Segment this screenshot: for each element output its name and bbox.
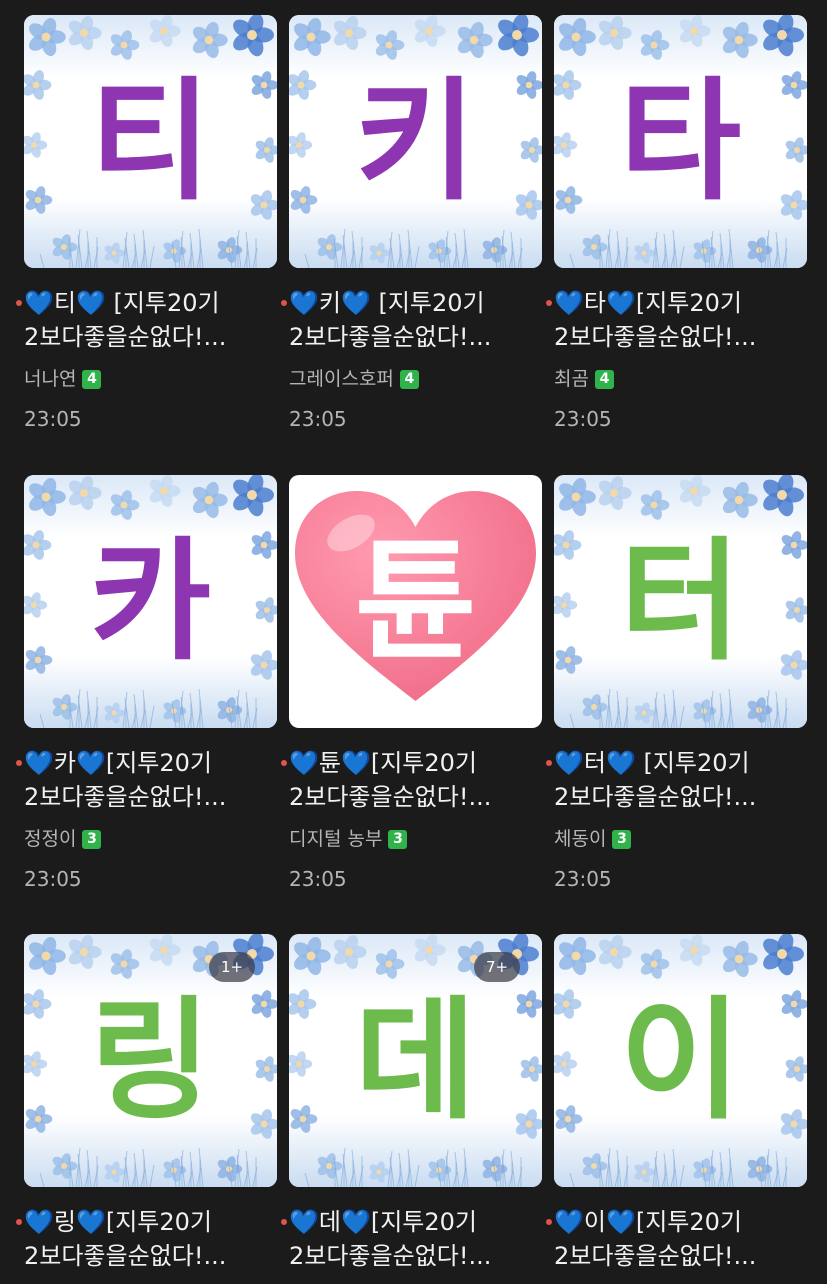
- post-title-line1: 💙키💙 [지투20기: [289, 289, 485, 317]
- thumbnail-glyph: 터: [619, 524, 742, 679]
- post-title-line1: 💙이💙[지투20기: [554, 1208, 742, 1236]
- post-title-line2: 2보다좋을순없다!...: [554, 1242, 757, 1270]
- author-name: 최곰: [554, 368, 589, 390]
- thumbnail-glyph: 티: [89, 64, 212, 219]
- post-thumbnail[interactable]: 튠: [289, 475, 542, 728]
- post-title-line2: 2보다좋을순없다!...: [289, 783, 492, 811]
- post-card[interactable]: 링 1+ 💙링💙[지투20기 2보다좋을순없다!...: [16, 934, 277, 1273]
- unread-dot-icon: [16, 300, 22, 306]
- level-badge: 3: [388, 829, 408, 849]
- author-name: 그레이스호퍼: [289, 368, 394, 390]
- thumbnail-glyph: 튠: [354, 524, 477, 679]
- thumbnail-glyph: 타: [619, 64, 742, 219]
- level-badge: 3: [612, 829, 632, 849]
- post-title[interactable]: 💙링💙[지투20기 2보다좋을순없다!...: [16, 1205, 272, 1273]
- unread-dot-icon: [546, 760, 552, 766]
- author-name: 체동이: [554, 828, 607, 850]
- post-author[interactable]: 디지털 농부 3: [289, 826, 542, 852]
- post-time: 23:05: [24, 407, 82, 431]
- post-title[interactable]: 💙튠💙[지투20기 2보다좋을순없다!...: [281, 746, 537, 814]
- post-title-line1: 💙링💙[지투20기: [24, 1208, 212, 1236]
- post-title[interactable]: 💙키💙 [지투20기 2보다좋을순없다!...: [281, 286, 537, 354]
- unread-dot-icon: [16, 760, 22, 766]
- post-grid: 티 💙티💙 [지투20기 2보다좋을순없다!... 너나연 4 23:05 키 …: [0, 0, 827, 1284]
- level-badge: 4: [594, 369, 614, 389]
- post-author[interactable]: 체동이 3: [554, 826, 807, 852]
- unread-dot-icon: [16, 1219, 22, 1225]
- post-title[interactable]: 💙카💙[지투20기 2보다좋을순없다!...: [16, 746, 272, 814]
- post-thumbnail[interactable]: 이: [554, 934, 807, 1187]
- unread-dot-icon: [281, 300, 287, 306]
- level-badge: 4: [399, 369, 419, 389]
- post-title-line2: 2보다좋을순없다!...: [289, 1242, 492, 1270]
- post-title[interactable]: 💙데💙[지투20기 2보다좋을순없다!...: [281, 1205, 537, 1273]
- post-thumbnail[interactable]: 타: [554, 15, 807, 268]
- post-title-line2: 2보다좋을순없다!...: [24, 783, 227, 811]
- post-card[interactable]: 이 💙이💙[지투20기 2보다좋을순없다!...: [546, 934, 807, 1273]
- thumbnail-glyph: 카: [89, 524, 212, 679]
- post-card[interactable]: 터 💙터💙 [지투20기 2보다좋을순없다!... 체동이 3 23:05: [546, 475, 807, 892]
- post-author[interactable]: 정정이 3: [24, 826, 277, 852]
- post-time: 23:05: [554, 867, 612, 891]
- post-thumbnail[interactable]: 링 1+: [24, 934, 277, 1187]
- post-title[interactable]: 💙터💙 [지투20기 2보다좋을순없다!...: [546, 746, 802, 814]
- post-author[interactable]: 그레이스호퍼 4: [289, 366, 542, 392]
- author-name: 너나연: [24, 368, 77, 390]
- post-thumbnail[interactable]: 터: [554, 475, 807, 728]
- post-title-line1: 💙데💙[지투20기: [289, 1208, 477, 1236]
- post-card[interactable]: 데 7+ 💙데💙[지투20기 2보다좋을순없다!...: [281, 934, 542, 1273]
- post-title-line2: 2보다좋을순없다!...: [554, 783, 757, 811]
- author-name: 정정이: [24, 828, 77, 850]
- post-thumbnail[interactable]: 카: [24, 475, 277, 728]
- post-title[interactable]: 💙이💙[지투20기 2보다좋을순없다!...: [546, 1205, 802, 1273]
- post-time: 23:05: [289, 407, 347, 431]
- unread-dot-icon: [546, 300, 552, 306]
- post-title[interactable]: 💙타💙[지투20기 2보다좋을순없다!...: [546, 286, 802, 354]
- post-title-line2: 2보다좋을순없다!...: [554, 323, 757, 351]
- post-title-line1: 💙카💙[지투20기: [24, 749, 212, 777]
- post-time: 23:05: [289, 867, 347, 891]
- post-author[interactable]: 최곰 4: [554, 366, 807, 392]
- thumbnail-glyph: 이: [619, 983, 742, 1138]
- level-badge: 3: [82, 829, 102, 849]
- post-title-line2: 2보다좋을순없다!...: [24, 1242, 227, 1270]
- post-title-line1: 💙튠💙[지투20기: [289, 749, 477, 777]
- post-card[interactable]: 티 💙티💙 [지투20기 2보다좋을순없다!... 너나연 4 23:05: [16, 15, 277, 432]
- unread-dot-icon: [546, 1219, 552, 1225]
- post-card[interactable]: 튠 💙튠💙[지투20기 2보다좋을순없다!... 디지털 농부 3 23:05: [281, 475, 542, 892]
- post-thumbnail[interactable]: 키: [289, 15, 542, 268]
- unread-dot-icon: [281, 1219, 287, 1225]
- level-badge: 4: [82, 369, 102, 389]
- post-card[interactable]: 카 💙카💙[지투20기 2보다좋을순없다!... 정정이 3 23:05: [16, 475, 277, 892]
- image-count-badge: 1+: [209, 952, 255, 982]
- post-time: 23:05: [554, 407, 612, 431]
- post-title-line2: 2보다좋을순없다!...: [289, 323, 492, 351]
- post-author[interactable]: 너나연 4: [24, 366, 277, 392]
- post-time: 23:05: [24, 867, 82, 891]
- unread-dot-icon: [281, 760, 287, 766]
- post-title-line1: 💙타💙[지투20기: [554, 289, 742, 317]
- post-title[interactable]: 💙티💙 [지투20기 2보다좋을순없다!...: [16, 286, 272, 354]
- post-thumbnail[interactable]: 티: [24, 15, 277, 268]
- post-title-line1: 💙티💙 [지투20기: [24, 289, 220, 317]
- post-thumbnail[interactable]: 데 7+: [289, 934, 542, 1187]
- post-card[interactable]: 타 💙타💙[지투20기 2보다좋을순없다!... 최곰 4 23:05: [546, 15, 807, 432]
- post-card[interactable]: 키 💙키💙 [지투20기 2보다좋을순없다!... 그레이스호퍼 4 23:05: [281, 15, 542, 432]
- author-name: 디지털 농부: [289, 828, 383, 850]
- post-title-line1: 💙터💙 [지투20기: [554, 749, 750, 777]
- image-count-badge: 7+: [474, 952, 520, 982]
- post-title-line2: 2보다좋을순없다!...: [24, 323, 227, 351]
- thumbnail-glyph: 키: [354, 64, 477, 219]
